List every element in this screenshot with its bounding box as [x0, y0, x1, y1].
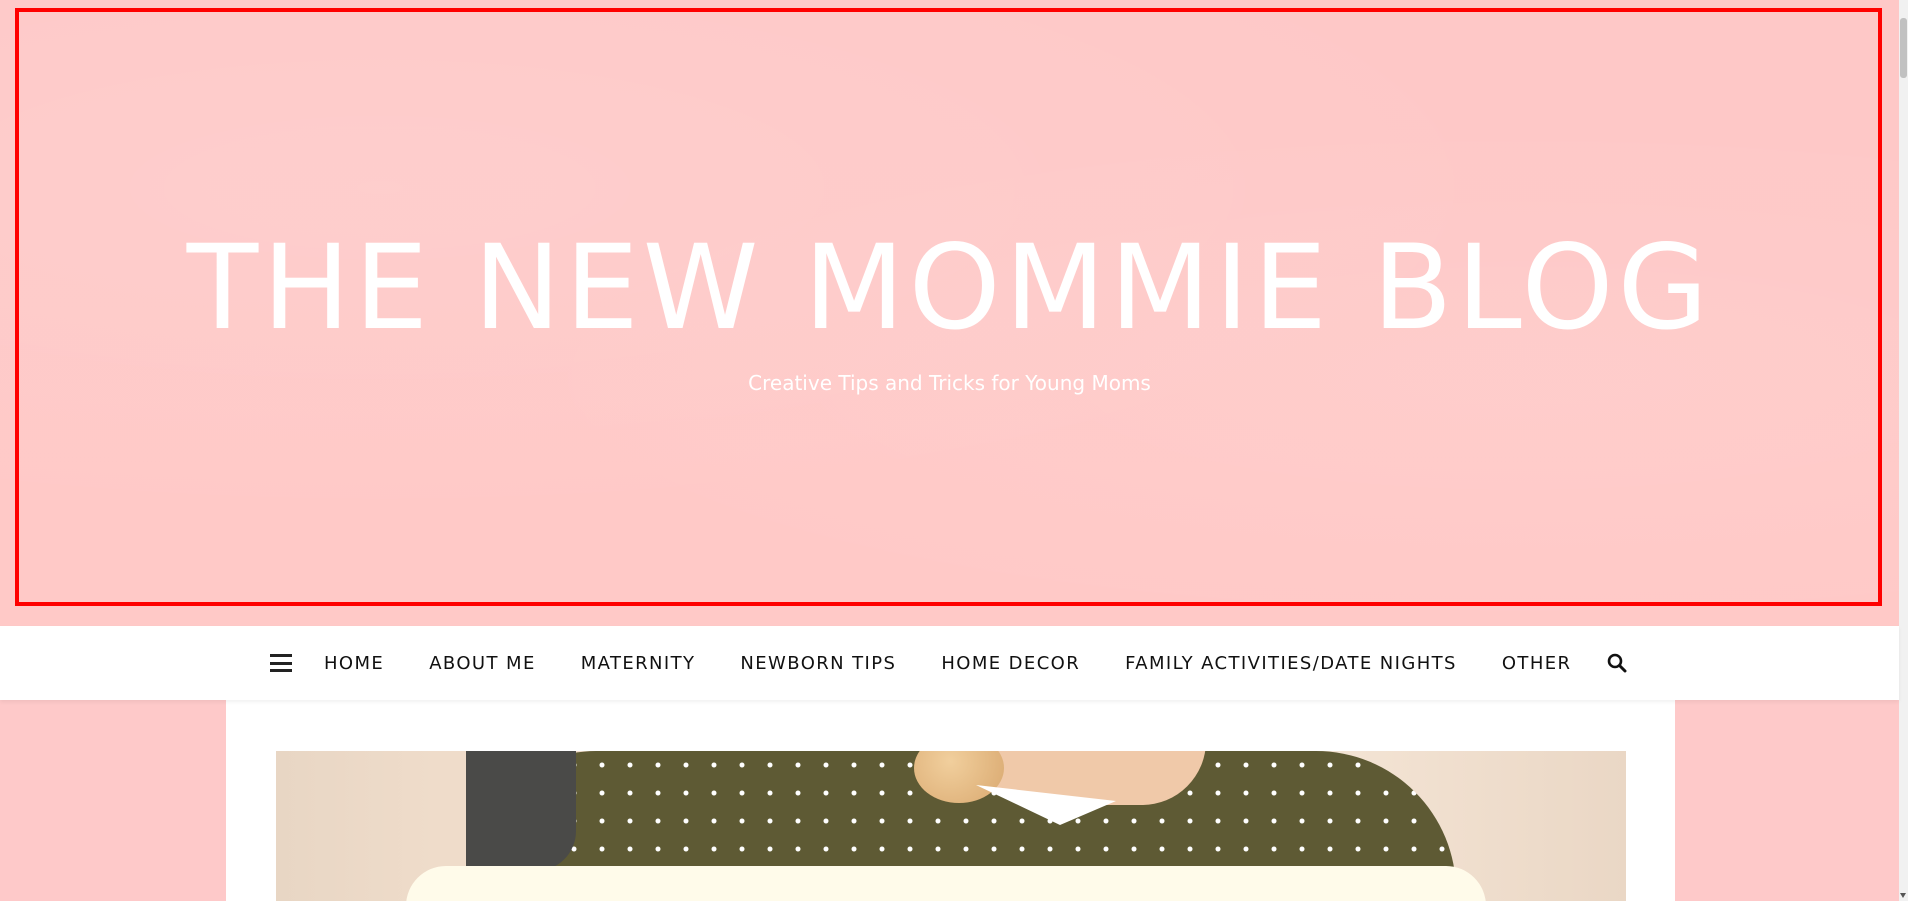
main-navigation: HOME ABOUT ME MATERNITY NEWBORN TIPS HOM…	[0, 626, 1899, 700]
site-header[interactable]: THE NEW MOMMIE BLOG Creative Tips and Tr…	[0, 0, 1899, 626]
scrollbar-thumb[interactable]	[1900, 18, 1907, 78]
hamburger-menu-icon[interactable]	[270, 654, 292, 672]
vertical-scrollbar[interactable]	[1899, 0, 1908, 901]
search-icon[interactable]	[1607, 653, 1627, 673]
nav-item-other[interactable]: OTHER	[1502, 653, 1572, 674]
header-highlight-box	[15, 8, 1882, 606]
image-overlay-lettering	[426, 879, 1486, 901]
shirt-sleeve-graphic	[466, 751, 576, 871]
scroll-down-arrow-icon[interactable]	[1900, 893, 1906, 898]
nav-item-newborn-tips[interactable]: NEWBORN TIPS	[740, 653, 896, 674]
nav-item-about-me[interactable]: ABOUT ME	[429, 653, 536, 674]
featured-post-image[interactable]	[276, 751, 1626, 901]
content-card	[226, 700, 1675, 901]
nav-item-family-activities[interactable]: FAMILY ACTIVITIES/DATE NIGHTS	[1125, 653, 1457, 674]
nav-item-home[interactable]: HOME	[324, 653, 384, 674]
nav-item-home-decor[interactable]: HOME DECOR	[941, 653, 1080, 674]
page: THE NEW MOMMIE BLOG Creative Tips and Tr…	[0, 0, 1908, 901]
nav-item-maternity[interactable]: MATERNITY	[581, 653, 696, 674]
hamburger-line	[270, 654, 292, 657]
hamburger-line	[270, 669, 292, 672]
nav-inner: HOME ABOUT ME MATERNITY NEWBORN TIPS HOM…	[270, 626, 1627, 700]
hamburger-line	[270, 661, 292, 665]
